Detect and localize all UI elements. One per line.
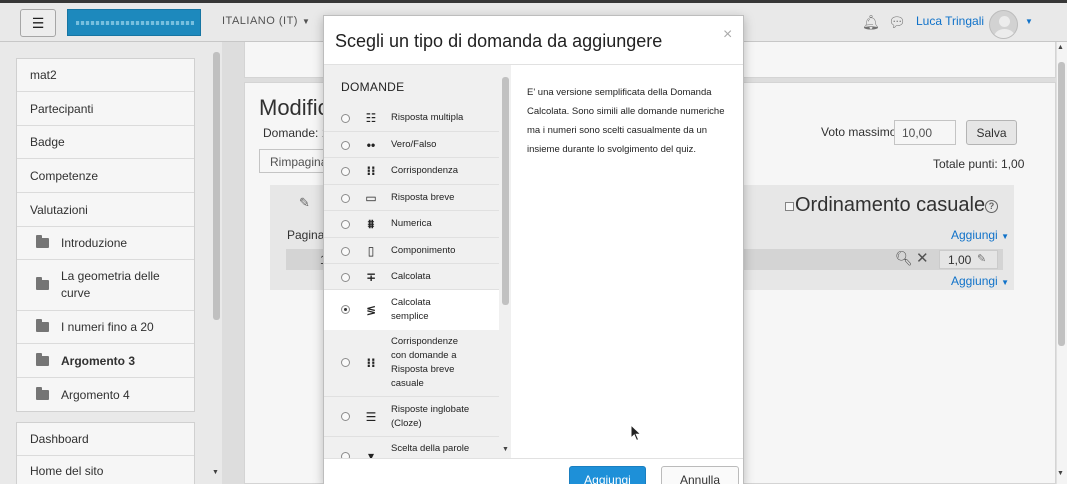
option-label: Vero/Falso	[391, 139, 437, 150]
dialog-title: Scegli un tipo di domanda da aggiungere	[335, 31, 663, 51]
radio-button[interactable]	[341, 220, 350, 229]
shortanswer-icon: ▭	[365, 191, 377, 205]
option-label: Componimento	[391, 245, 456, 256]
radio-button[interactable]	[341, 141, 350, 150]
matching-icon: ⁝⁝	[366, 164, 376, 178]
multichoice-icon: ☷	[365, 111, 377, 125]
radio-button[interactable]	[341, 412, 350, 421]
calculated-icon: ∓	[365, 270, 377, 284]
truefalse-icon: ••	[366, 138, 376, 152]
calculatedsimple-icon: ≶	[365, 303, 377, 317]
radio-button[interactable]	[341, 167, 350, 176]
option-label: Numerica	[391, 218, 432, 229]
option-label: Risposta breve	[391, 192, 455, 203]
option-calculatedsimple[interactable]: ≶ Calcolata semplice	[324, 290, 499, 330]
option-truefalse[interactable]: •• Vero/Falso	[324, 132, 499, 158]
radio-button[interactable]	[341, 247, 350, 256]
dialog-footer-divider	[324, 458, 743, 459]
add-button[interactable]: Aggiungi	[569, 466, 646, 484]
option-description: E' una versione semplificata della Doman…	[527, 87, 725, 155]
radio-button[interactable]	[341, 358, 350, 367]
option-label: Calcolata semplice	[391, 297, 431, 322]
gapselect-icon: ▾	[367, 449, 375, 458]
option-label: Corrispondenza	[391, 165, 459, 176]
radio-button-selected[interactable]	[341, 305, 350, 314]
radio-button[interactable]	[341, 194, 350, 203]
radio-button[interactable]	[341, 273, 350, 282]
option-multichoice[interactable]: ☷ Risposta multipla	[324, 105, 499, 132]
option-label: Calcolata	[391, 271, 431, 282]
multianswer-icon: ☰	[365, 410, 377, 424]
option-essay[interactable]: ▯ Componimento	[324, 238, 499, 264]
randomsamatch-icon: ⁝⁝	[366, 356, 376, 370]
option-multianswer[interactable]: ☰ Risposte inglobate (Cloze)	[324, 397, 499, 437]
option-randomsamatch[interactable]: ⁝⁝ Corrispondenze con domande a Risposta…	[324, 330, 499, 397]
option-label: Risposta multipla	[391, 112, 464, 123]
scroll-down-arrow-icon[interactable]: ▼	[1057, 470, 1064, 477]
option-gapselect[interactable]: ▾ Scelta della parole	[324, 437, 499, 458]
options-heading: DOMANDE	[341, 80, 405, 94]
option-label: Scelta della parole	[391, 443, 470, 454]
option-matching[interactable]: ⁝⁝ Corrispondenza	[324, 158, 499, 185]
option-numerical[interactable]: ⩩ Numerica	[324, 211, 499, 238]
option-label: Corrispondenze con domande a Risposta br…	[391, 336, 459, 389]
option-calculated[interactable]: ∓ Calcolata	[324, 264, 499, 290]
options-scrollbar-thumb[interactable]	[502, 77, 509, 305]
close-icon[interactable]: ×	[723, 26, 732, 44]
question-type-dialog: Scegli un tipo di domanda da aggiungere …	[323, 15, 744, 484]
page-scrollbar-thumb[interactable]	[1058, 62, 1065, 346]
option-label: Risposte inglobate (Cloze)	[391, 404, 470, 429]
scroll-up-arrow-icon[interactable]: ▲	[1057, 44, 1064, 51]
radio-button[interactable]	[341, 114, 350, 123]
question-type-list: DOMANDE ☷ Risposta multipla •• Vero/Fals…	[324, 65, 511, 458]
cancel-button[interactable]: Annulla	[661, 466, 739, 484]
numerical-icon: ⩩	[367, 217, 375, 231]
essay-icon: ▯	[367, 244, 375, 258]
option-shortanswer[interactable]: ▭ Risposta breve	[324, 185, 499, 211]
mouse-cursor-icon	[630, 424, 642, 442]
scroll-down-arrow-icon[interactable]: ▼	[502, 446, 509, 453]
